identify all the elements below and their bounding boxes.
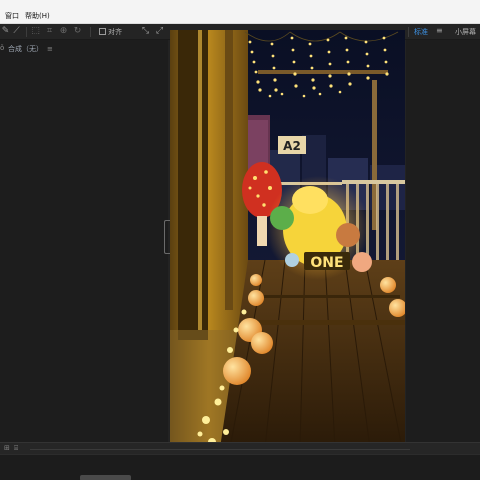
menu-window[interactable]: 窗口 [5,11,19,21]
pergola-beam [258,70,388,74]
door-shadow [178,30,208,340]
anchor-icon[interactable]: ⤡ [140,26,151,37]
floor-balloon [223,357,251,385]
floor-balloon [380,277,396,293]
toolbar-divider [408,27,409,37]
snapshot-icon[interactable]: ⊞ [4,444,10,452]
cartoon-head [292,186,328,214]
floor-balloon [250,274,262,286]
video-frame: A2 ONE [170,30,405,448]
menu-bar: 窗口 帮助(H) [0,0,480,24]
railing-top [342,180,405,184]
right-panel [406,40,480,442]
floor-balloon [251,332,273,354]
expand-icon[interactable]: ⤢ [154,26,165,37]
pen-icon[interactable]: ✎ [0,26,11,37]
viewer-controls-bar: ⊞ ⌸ [0,442,480,454]
mushroom-stem [257,216,267,246]
timeline-scrollbar[interactable] [80,475,131,480]
wall-post [225,30,233,310]
door-edge-light [198,30,202,330]
brush-icon[interactable]: ⟋ [11,26,22,37]
viewer-controls-divider [30,449,410,450]
zoom-tool-icon[interactable]: ⊕ [58,26,69,37]
snap-label: 对齐 [108,28,122,36]
snap-checkbox[interactable] [99,28,106,35]
timeline-panel [0,454,480,480]
selection-tool-icon[interactable]: ⬚ [30,26,41,37]
toolbar-divider [26,27,27,37]
panel-lock-icon[interactable]: ǒ [0,44,4,52]
toolbar-divider [90,27,91,37]
deck-step-edge [248,320,405,325]
composition-tab[interactable]: 合成（无） ≡ [8,44,53,54]
composition-tab-label: 合成（无） [8,45,43,53]
deck-step [250,295,400,298]
rotate-tool-icon[interactable]: ↻ [72,26,83,37]
green-balloon [270,206,294,230]
room-sign-text: A2 [283,139,301,153]
hamburger-menu-icon[interactable]: ≡ [436,26,443,35]
peach-balloon [352,252,372,272]
workspace-default-tab[interactable]: 标准 [414,27,428,37]
marquee-text: ONE [310,255,343,271]
composition-panel: ǒ 合成（无） ≡ [0,40,168,442]
floor-balloon [248,290,264,306]
display-options-icon[interactable]: ⌸ [14,444,18,453]
balcony-scene: A2 ONE [170,30,405,448]
hand-tool-icon[interactable]: ⌗ [44,26,55,37]
workspace-small-screen-tab[interactable]: 小屏幕 [455,27,476,37]
menu-help[interactable]: 帮助(H) [25,11,50,21]
panel-menu-icon[interactable]: ≡ [47,45,53,53]
orange-balloon [336,223,360,247]
pale-balloon [285,253,299,267]
